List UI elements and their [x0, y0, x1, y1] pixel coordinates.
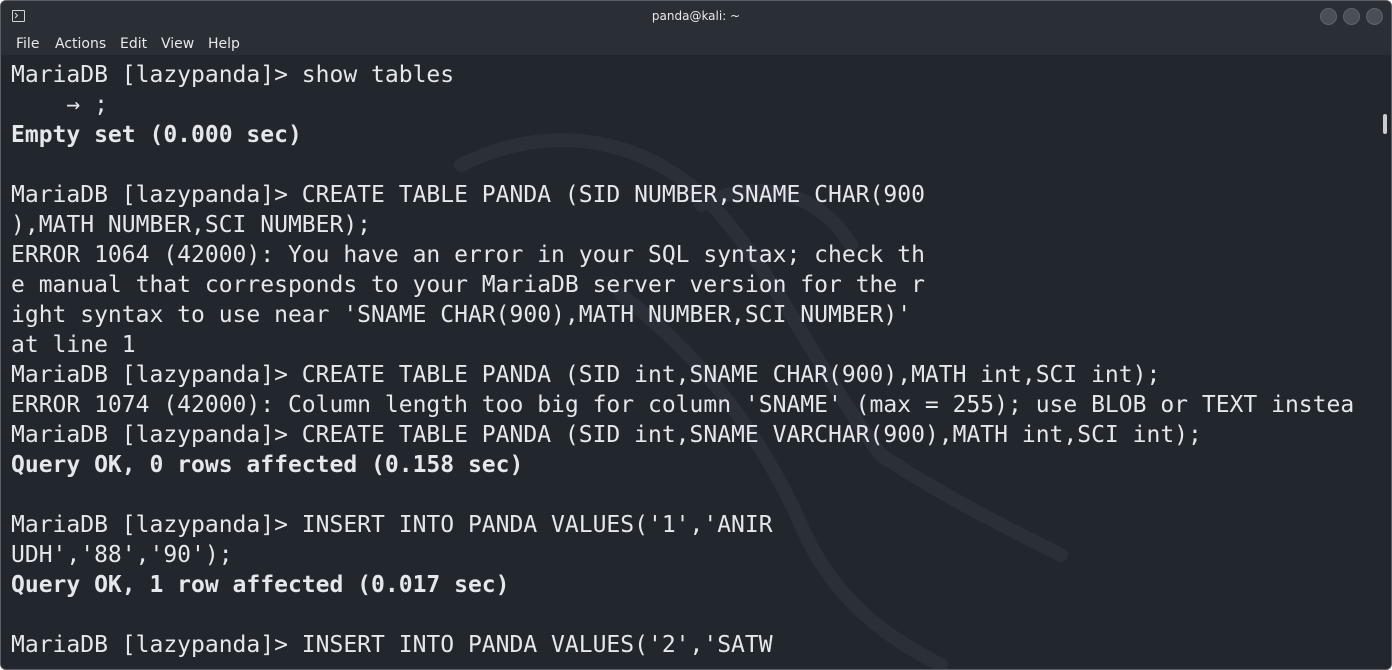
terminal-line: e manual that corresponds to your MariaD… [11, 272, 925, 298]
terminal-line: ight syntax to use near 'SNAME CHAR(900)… [11, 302, 912, 328]
window-title: panda@kali: ~ [651, 9, 741, 23]
close-icon[interactable] [1366, 8, 1383, 25]
terminal-line: ERROR 1064 (42000): You have an error in… [11, 242, 925, 268]
terminal-line: at line 1 [11, 332, 136, 358]
terminal-line: MariaDB [lazypanda]> INSERT INTO PANDA V… [11, 512, 773, 538]
terminal-line: Empty set (0.000 sec) [11, 122, 302, 148]
terminal-area[interactable]: MariaDB [lazypanda]> show tables → ; Empt… [1, 55, 1391, 669]
scrollbar[interactable] [1383, 114, 1387, 134]
terminal-line: UDH','88','90'); [11, 542, 233, 568]
terminal-line: MariaDB [lazypanda]> CREATE TABLE PANDA … [11, 422, 1202, 448]
terminal-line: MariaDB [lazypanda]> show tables [11, 62, 455, 88]
terminal-line: Query OK, 0 rows affected (0.158 sec) [11, 452, 524, 478]
terminal-line: Query OK, 1 row affected (0.017 sec) [11, 572, 510, 598]
minimize-icon[interactable] [1320, 8, 1337, 25]
terminal-line: ),MATH NUMBER,SCI NUMBER); [11, 212, 372, 238]
menu-bar: File Actions Edit View Help [1, 32, 1391, 55]
menu-actions[interactable]: Actions [55, 36, 106, 52]
menu-file[interactable]: File [16, 36, 39, 52]
terminal-line: ERROR 1074 (42000): Column length too bi… [11, 392, 1355, 418]
terminal-line: MariaDB [lazypanda]> CREATE TABLE PANDA … [11, 182, 925, 208]
menu-help[interactable]: Help [208, 36, 240, 52]
maximize-icon[interactable] [1343, 8, 1360, 25]
menu-view[interactable]: View [161, 36, 194, 52]
terminal-line: MariaDB [lazypanda]> CREATE TABLE PANDA … [11, 362, 1161, 388]
title-bar[interactable]: panda@kali: ~ [1, 1, 1391, 32]
menu-edit[interactable]: Edit [120, 36, 147, 52]
terminal-output: MariaDB [lazypanda]> show tables → ; Empt… [11, 60, 1371, 660]
terminal-line: MariaDB [lazypanda]> INSERT INTO PANDA V… [11, 632, 773, 658]
terminal-line: → ; [11, 92, 108, 118]
terminal-window: panda@kali: ~ File Actions Edit View Hel… [0, 0, 1392, 670]
